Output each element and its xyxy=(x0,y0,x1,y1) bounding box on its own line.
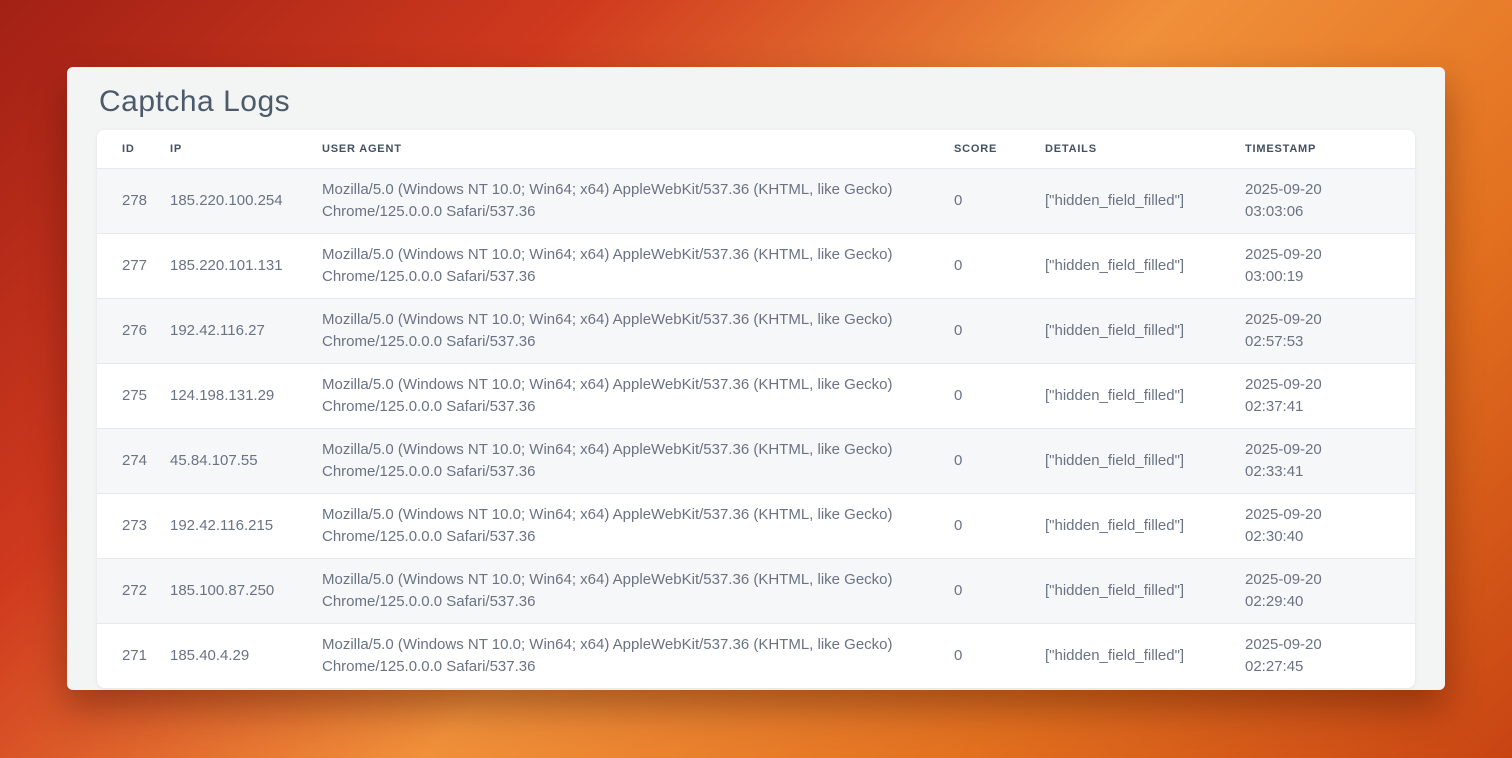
cell-ip: 192.42.116.215 xyxy=(170,493,322,558)
cell-details: ["hidden_field_filled"] xyxy=(1045,298,1245,363)
table-row: 27445.84.107.55Mozilla/5.0 (Windows NT 1… xyxy=(97,428,1415,493)
cell-score: 0 xyxy=(954,558,1045,623)
cell-user-agent: Mozilla/5.0 (Windows NT 10.0; Win64; x64… xyxy=(322,428,954,493)
cell-ip: 185.220.101.131 xyxy=(170,233,322,298)
table-row: 272185.100.87.250Mozilla/5.0 (Windows NT… xyxy=(97,558,1415,623)
cell-ip: 185.220.100.254 xyxy=(170,168,322,233)
cell-id: 277 xyxy=(97,233,170,298)
column-header-timestamp: TIMESTAMP xyxy=(1245,130,1415,168)
cell-timestamp: 2025-09-20 02:37:41 xyxy=(1245,363,1415,428)
cell-ip: 192.42.116.27 xyxy=(170,298,322,363)
cell-timestamp: 2025-09-20 03:00:19 xyxy=(1245,233,1415,298)
cell-details: ["hidden_field_filled"] xyxy=(1045,623,1245,688)
table-row: 271185.40.4.29Mozilla/5.0 (Windows NT 10… xyxy=(97,623,1415,688)
cell-score: 0 xyxy=(954,623,1045,688)
table-row: 278185.220.100.254Mozilla/5.0 (Windows N… xyxy=(97,168,1415,233)
cell-details: ["hidden_field_filled"] xyxy=(1045,558,1245,623)
cell-id: 276 xyxy=(97,298,170,363)
page-title: Captcha Logs xyxy=(99,81,1415,123)
table-row: 276192.42.116.27Mozilla/5.0 (Windows NT … xyxy=(97,298,1415,363)
cell-user-agent: Mozilla/5.0 (Windows NT 10.0; Win64; x64… xyxy=(322,363,954,428)
cell-score: 0 xyxy=(954,168,1045,233)
column-header-score: SCORE xyxy=(954,130,1045,168)
cell-user-agent: Mozilla/5.0 (Windows NT 10.0; Win64; x64… xyxy=(322,168,954,233)
logs-table: ID IP USER AGENT SCORE DETAILS TIMESTAMP… xyxy=(97,130,1415,688)
cell-details: ["hidden_field_filled"] xyxy=(1045,428,1245,493)
cell-ip: 185.40.4.29 xyxy=(170,623,322,688)
cell-id: 273 xyxy=(97,493,170,558)
cell-id: 272 xyxy=(97,558,170,623)
cell-id: 274 xyxy=(97,428,170,493)
cell-details: ["hidden_field_filled"] xyxy=(1045,168,1245,233)
cell-user-agent: Mozilla/5.0 (Windows NT 10.0; Win64; x64… xyxy=(322,623,954,688)
cell-user-agent: Mozilla/5.0 (Windows NT 10.0; Win64; x64… xyxy=(322,558,954,623)
cell-ip: 45.84.107.55 xyxy=(170,428,322,493)
cell-timestamp: 2025-09-20 02:29:40 xyxy=(1245,558,1415,623)
cell-score: 0 xyxy=(954,363,1045,428)
cell-id: 271 xyxy=(97,623,170,688)
column-header-id: ID xyxy=(97,130,170,168)
cell-score: 0 xyxy=(954,233,1045,298)
cell-score: 0 xyxy=(954,493,1045,558)
cell-user-agent: Mozilla/5.0 (Windows NT 10.0; Win64; x64… xyxy=(322,493,954,558)
table-row: 275124.198.131.29Mozilla/5.0 (Windows NT… xyxy=(97,363,1415,428)
cell-score: 0 xyxy=(954,298,1045,363)
cell-details: ["hidden_field_filled"] xyxy=(1045,363,1245,428)
table-header-row: ID IP USER AGENT SCORE DETAILS TIMESTAMP xyxy=(97,130,1415,168)
cell-id: 275 xyxy=(97,363,170,428)
cell-ip: 124.198.131.29 xyxy=(170,363,322,428)
cell-id: 278 xyxy=(97,168,170,233)
table-body: 278185.220.100.254Mozilla/5.0 (Windows N… xyxy=(97,168,1415,688)
cell-timestamp: 2025-09-20 02:30:40 xyxy=(1245,493,1415,558)
table-row: 277185.220.101.131Mozilla/5.0 (Windows N… xyxy=(97,233,1415,298)
column-header-details: DETAILS xyxy=(1045,130,1245,168)
page-background: { "page": { "title": "Captcha Logs" }, "… xyxy=(0,0,1512,758)
cell-details: ["hidden_field_filled"] xyxy=(1045,233,1245,298)
captcha-logs-card: Captcha Logs ID IP USER AGENT SCORE DETA… xyxy=(67,67,1445,690)
cell-ip: 185.100.87.250 xyxy=(170,558,322,623)
cell-details: ["hidden_field_filled"] xyxy=(1045,493,1245,558)
table-row: 273192.42.116.215Mozilla/5.0 (Windows NT… xyxy=(97,493,1415,558)
cell-timestamp: 2025-09-20 02:27:45 xyxy=(1245,623,1415,688)
column-header-ip: IP xyxy=(170,130,322,168)
logs-table-container: ID IP USER AGENT SCORE DETAILS TIMESTAMP… xyxy=(97,130,1415,688)
column-header-user-agent: USER AGENT xyxy=(322,130,954,168)
cell-timestamp: 2025-09-20 03:03:06 xyxy=(1245,168,1415,233)
cell-timestamp: 2025-09-20 02:57:53 xyxy=(1245,298,1415,363)
cell-user-agent: Mozilla/5.0 (Windows NT 10.0; Win64; x64… xyxy=(322,298,954,363)
cell-score: 0 xyxy=(954,428,1045,493)
cell-timestamp: 2025-09-20 02:33:41 xyxy=(1245,428,1415,493)
cell-user-agent: Mozilla/5.0 (Windows NT 10.0; Win64; x64… xyxy=(322,233,954,298)
